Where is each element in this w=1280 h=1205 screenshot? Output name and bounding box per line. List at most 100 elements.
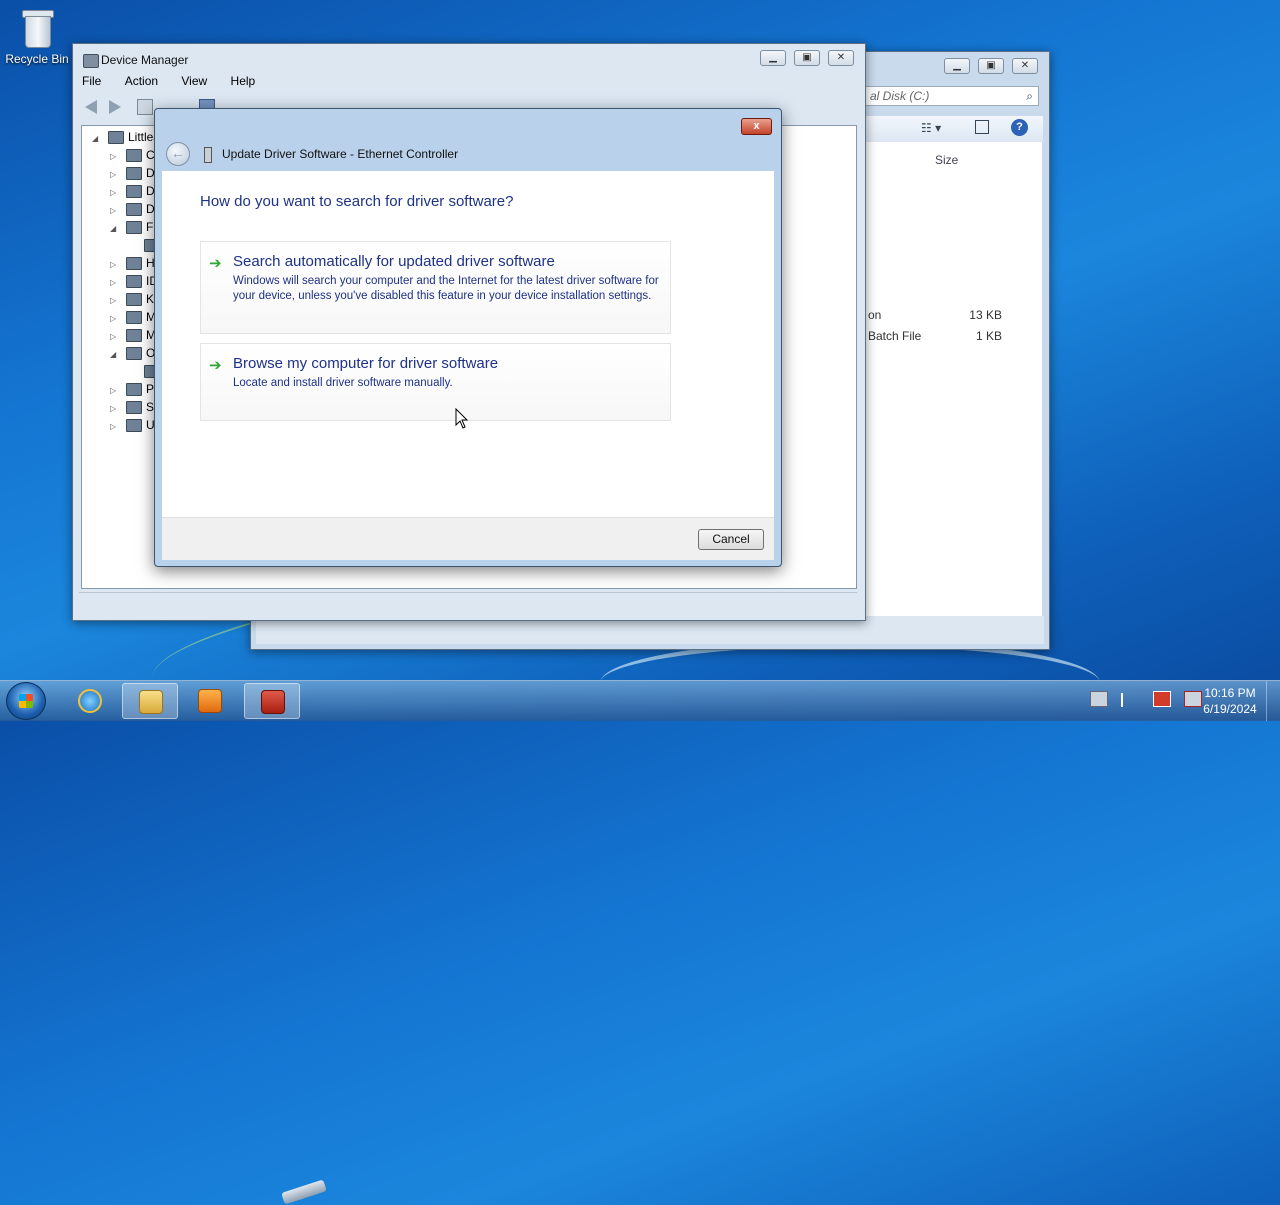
explorer-maximize-button[interactable]: ▣ — [978, 58, 1004, 74]
mouse-cursor-icon — [455, 408, 469, 429]
tree-node[interactable]: ▷ Mi — [110, 308, 159, 326]
device-category-icon — [126, 167, 142, 181]
tree-node[interactable]: ▷ ID — [110, 272, 158, 290]
tree-node[interactable]: ▷ Pr — [110, 380, 158, 398]
preview-pane-icon[interactable] — [975, 120, 989, 134]
status-bar — [79, 592, 857, 615]
device-manager-title: Device Manager — [101, 53, 189, 67]
file-type: Batch File — [868, 329, 922, 343]
size-column-header[interactable]: Size — [935, 153, 958, 167]
device-manager-maximize-button[interactable]: ▣ — [794, 50, 820, 66]
tree-node[interactable]: ▷ Ur — [110, 416, 159, 434]
action-center-flag-icon[interactable] — [1121, 693, 1139, 707]
back-arrow-icon[interactable]: ← — [166, 142, 190, 166]
view-options-icon[interactable]: ☷ ▾ — [921, 121, 941, 135]
recycle-bin-desktop-icon[interactable]: Recycle Bin — [4, 6, 70, 66]
taskbar-device-manager[interactable] — [244, 683, 300, 719]
recycle-bin-label: Recycle Bin — [5, 52, 69, 66]
device-category-icon — [126, 329, 142, 343]
system-tray — [1090, 691, 1212, 711]
tree-node[interactable]: ◢ Ot — [110, 344, 159, 362]
properties-icon[interactable] — [137, 99, 153, 115]
menu-bar: File Action View Help — [79, 74, 272, 94]
device-manager-minimize-button[interactable]: ▁ — [760, 50, 786, 66]
expand-toggle-icon[interactable]: ◢ — [110, 346, 120, 364]
tree-node[interactable]: ▷ Sy — [110, 398, 160, 416]
device-category-icon — [126, 311, 142, 325]
explorer-minimize-button[interactable]: ▁ — [944, 58, 970, 74]
device-category-icon — [108, 131, 124, 145]
file-size: 1 KB — [975, 329, 1002, 343]
tree-node[interactable]: ▷ Di — [110, 182, 157, 200]
file-row[interactable]: Batch File 1 KB — [866, 329, 1042, 347]
network-error-icon[interactable] — [1152, 691, 1171, 707]
internet-explorer-icon — [78, 689, 102, 713]
device-category-icon — [126, 185, 142, 199]
device-category-icon — [126, 383, 142, 397]
option-title: Browse my computer for driver software — [233, 355, 499, 372]
update-driver-dialog[interactable]: x ← Update Driver Software - Ethernet Co… — [154, 108, 782, 567]
recycle-bin-icon — [20, 6, 54, 48]
tree-node[interactable]: ◢ LittleJ — [92, 128, 159, 146]
dialog-header: ← Update Driver Software - Ethernet Cont… — [162, 139, 774, 171]
explorer-file-list[interactable]: Size on 13 KB Batch File 1 KB — [866, 142, 1042, 638]
folder-icon — [139, 690, 163, 714]
address-text: al Disk (C:) — [870, 89, 930, 103]
browse-computer-option[interactable]: ➔ Browse my computer for driver software… — [200, 343, 671, 421]
device-category-icon — [126, 419, 142, 433]
device-category-icon — [126, 293, 142, 307]
usb-drive-icon — [281, 1179, 327, 1205]
menu-file[interactable]: File — [79, 72, 104, 90]
cancel-button[interactable]: Cancel — [698, 529, 764, 550]
green-arrow-icon: ➔ — [209, 357, 222, 374]
device-category-icon — [126, 401, 142, 415]
clock-time: 10:16 PM — [1204, 686, 1256, 700]
forward-arrow-icon[interactable] — [109, 100, 121, 114]
device-category-icon — [126, 203, 142, 217]
file-size: 13 KB — [969, 308, 1002, 322]
menu-view[interactable]: View — [178, 72, 210, 90]
expand-toggle-icon[interactable]: ◢ — [92, 130, 102, 148]
device-category-icon — [126, 275, 142, 289]
search-automatically-option[interactable]: ➔ Search automatically for updated drive… — [200, 241, 671, 334]
menu-help[interactable]: Help — [228, 72, 259, 90]
taskbar-file-explorer[interactable] — [122, 683, 178, 719]
option-description: Windows will search your computer and th… — [233, 275, 659, 302]
toolbox-icon — [261, 690, 285, 714]
dialog-close-button[interactable]: x — [741, 118, 772, 135]
device-category-icon — [126, 221, 142, 235]
dialog-body: How do you want to search for driver sof… — [162, 171, 774, 517]
back-arrow-icon[interactable] — [85, 100, 97, 114]
search-icon[interactable]: ⌕ — [1026, 87, 1033, 105]
device-category-icon — [126, 257, 142, 271]
device-category-icon — [126, 149, 142, 163]
option-description: Locate and install driver software manua… — [233, 377, 453, 389]
green-arrow-icon: ➔ — [209, 255, 222, 272]
taskbar: 10:16 PM 6/19/2024 — [0, 680, 1280, 721]
keyboard-icon[interactable] — [1090, 691, 1108, 707]
device-manager-close-button[interactable]: ✕ — [828, 50, 854, 66]
show-desktop-button[interactable] — [1266, 681, 1280, 721]
file-type: on — [868, 308, 882, 322]
explorer-address-bar[interactable]: al Disk (C:) ⌕ — [863, 86, 1039, 106]
option-title: Search automatically for updated driver … — [233, 253, 555, 270]
help-icon[interactable]: ? — [1011, 119, 1028, 136]
windows-logo-icon — [19, 694, 33, 708]
taskbar-internet-explorer[interactable] — [62, 683, 118, 719]
menu-action[interactable]: Action — [122, 72, 161, 90]
dialog-question: How do you want to search for driver sof… — [200, 193, 514, 210]
device-category-icon — [126, 347, 142, 361]
tree-node[interactable]: ◢ Fl — [110, 218, 156, 236]
tree-node[interactable]: ▷ Di — [110, 164, 157, 182]
expand-toggle-icon[interactable]: ◢ — [110, 220, 120, 238]
ethernet-device-icon — [204, 147, 212, 163]
clock[interactable]: 10:16 PM 6/19/2024 — [1196, 685, 1264, 717]
taskbar-media-player[interactable] — [182, 683, 238, 719]
start-button[interactable] — [6, 682, 46, 720]
expand-toggle-icon[interactable]: ▷ — [110, 418, 120, 436]
explorer-toolbar: ☷ ▾ ? — [865, 116, 1043, 142]
file-row[interactable]: on 13 KB — [866, 308, 1042, 326]
explorer-close-button[interactable]: ✕ — [1012, 58, 1038, 74]
dialog-footer: Cancel — [162, 517, 774, 560]
dialog-title: Update Driver Software - Ethernet Contro… — [222, 147, 459, 161]
